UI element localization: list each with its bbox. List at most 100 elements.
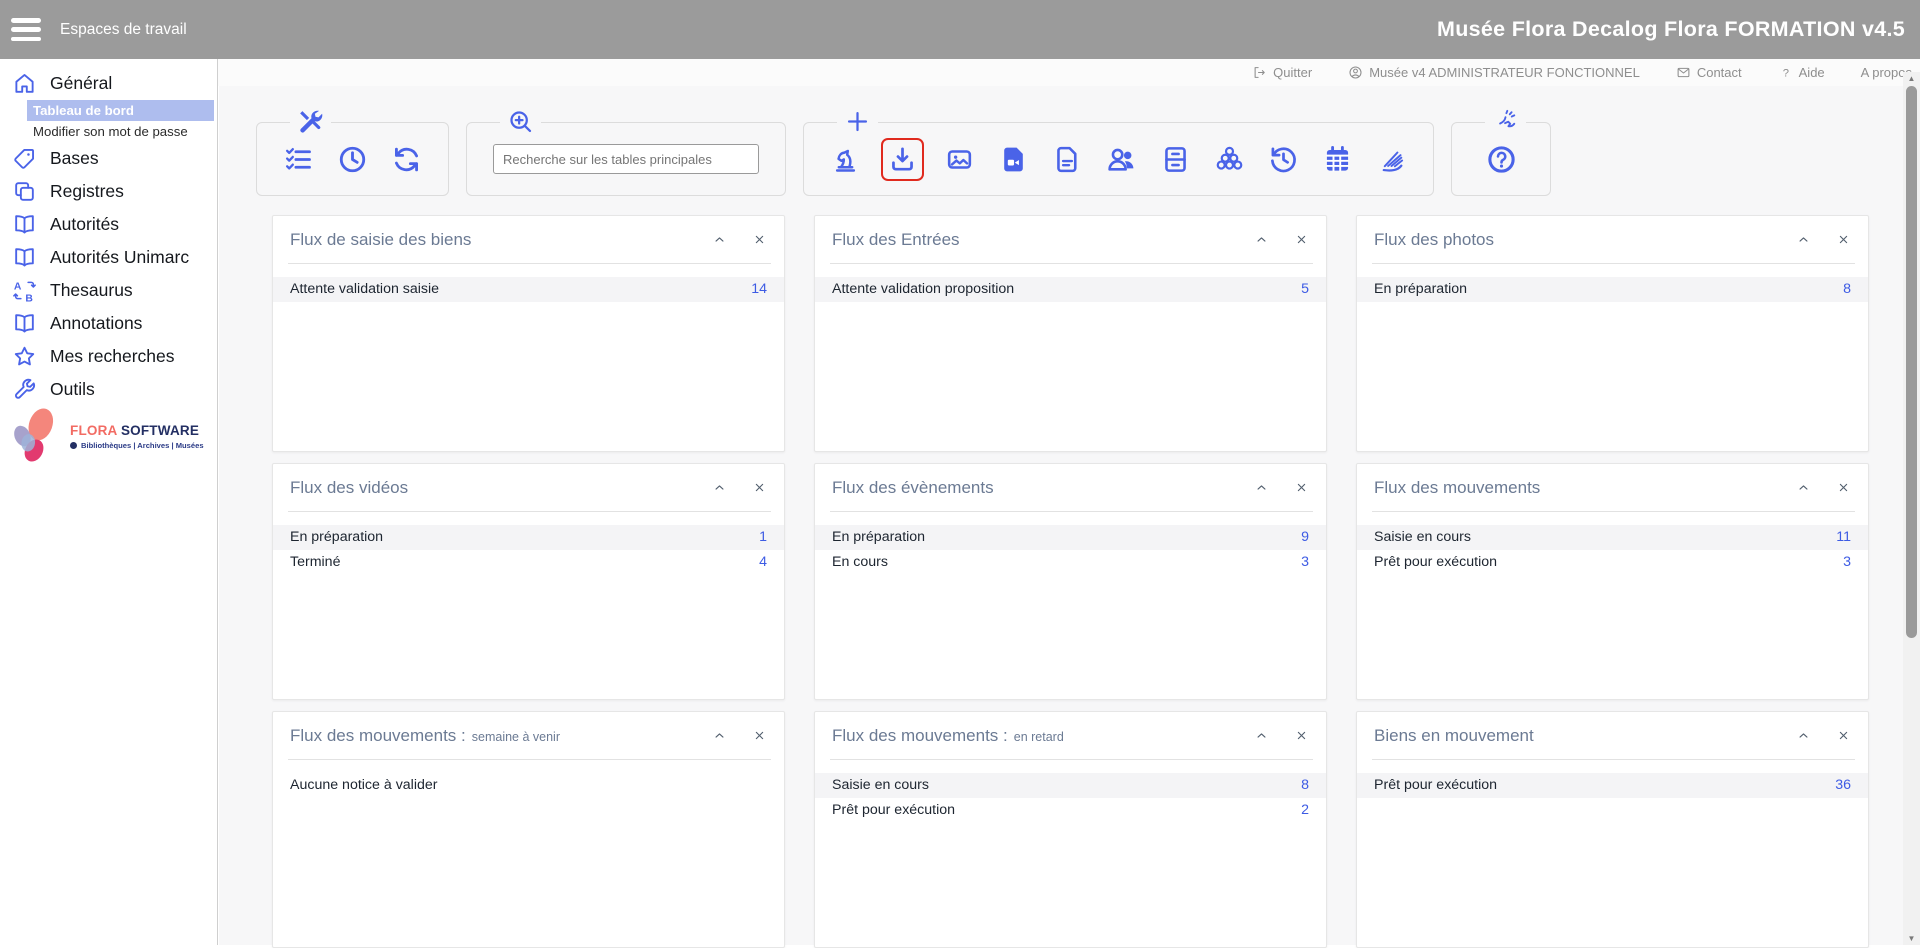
close-card-button[interactable] [1836, 728, 1851, 743]
card-row[interactable]: Saisie en cours 8 [815, 773, 1326, 798]
scroll-down-arrow-icon[interactable]: ▼ [1903, 932, 1920, 945]
logo-brand-primary: FLORA [70, 423, 117, 438]
clock-button[interactable] [337, 144, 368, 175]
exit-icon [1252, 65, 1267, 80]
card-row-count[interactable]: 11 [1836, 529, 1851, 545]
sidebar-item-annotations[interactable]: Annotations [0, 307, 217, 340]
collapse-card-button[interactable] [712, 480, 727, 495]
card-row[interactable]: En préparation1 [273, 525, 784, 550]
card-row[interactable]: Attente validation proposition5 [815, 277, 1326, 302]
card-row[interactable]: Prêt pour exécution 3 [1357, 550, 1868, 575]
calendar-icon [1322, 144, 1353, 175]
card-row-count[interactable]: 9 [1301, 529, 1309, 545]
card-row-count[interactable]: 8 [1301, 777, 1309, 793]
scroll-up-arrow-icon[interactable]: ▲ [1903, 72, 1920, 85]
card-row[interactable]: Attente validation saisie14 [273, 277, 784, 302]
card-header: Flux des mouvements [1357, 464, 1868, 511]
user-circle-icon [1348, 65, 1363, 80]
scrollbar-thumb[interactable] [1906, 86, 1917, 638]
close-card-button[interactable] [1836, 232, 1851, 247]
sidebar-item-outils[interactable]: Outils [0, 373, 217, 406]
search-input[interactable] [493, 144, 759, 174]
userbar-item-aide[interactable]: ?Aide [1778, 65, 1825, 80]
logo-dot-icon [70, 442, 77, 449]
card-row-count[interactable]: 36 [1835, 777, 1851, 793]
import-button[interactable] [881, 138, 924, 181]
question-button[interactable] [1486, 144, 1517, 175]
card-row-label: Saisie en cours [1374, 529, 1471, 545]
userbar-item-contact[interactable]: Contact [1676, 65, 1742, 80]
card-row[interactable]: En préparation9 [815, 525, 1326, 550]
refresh-button[interactable] [391, 144, 422, 175]
collapse-card-button[interactable] [1254, 728, 1269, 743]
collapse-card-button[interactable] [712, 728, 727, 743]
card-row[interactable]: Terminé4 [273, 550, 784, 575]
video-button[interactable] [998, 144, 1029, 175]
card-row-count[interactable]: 2 [1301, 802, 1309, 818]
card-row[interactable]: Prêt pour exécution2 [815, 798, 1326, 823]
collapse-card-button[interactable] [1254, 232, 1269, 247]
card-row-count[interactable]: 5 [1301, 281, 1309, 297]
open-book-icon [12, 212, 37, 237]
close-card-button[interactable] [1294, 232, 1309, 247]
userbar-item-quitter[interactable]: Quitter [1252, 65, 1312, 80]
card-row[interactable]: Prêt pour exécution36 [1357, 773, 1868, 798]
collapse-card-button[interactable] [1254, 480, 1269, 495]
hamburger-menu-icon[interactable] [11, 18, 41, 41]
sheets-button[interactable] [1376, 144, 1407, 175]
collapse-card-button[interactable] [712, 232, 727, 247]
card-body: Aucune notice à valider [273, 760, 784, 798]
card-body: En préparation8 [1357, 264, 1868, 302]
card-row-label: Prêt pour exécution [1374, 554, 1497, 570]
sidebar-item-tableau-de-bord[interactable]: Tableau de bord [27, 100, 214, 121]
cluster-button[interactable] [1214, 144, 1245, 175]
collapse-card-button[interactable] [1796, 232, 1811, 247]
card-row-count[interactable]: 3 [1301, 554, 1309, 570]
sidebar-item-registres[interactable]: Registres [0, 175, 217, 208]
card-controls [1254, 728, 1309, 743]
sidebar-item-modifier-mot-de-passe[interactable]: Modifier son mot de passe [27, 121, 214, 142]
close-card-button[interactable] [752, 480, 767, 495]
close-icon [1836, 728, 1851, 743]
close-card-button[interactable] [752, 232, 767, 247]
cabinet-icon [1160, 144, 1191, 175]
card-row-count[interactable]: 8 [1843, 281, 1851, 297]
cabinet-button[interactable] [1160, 144, 1191, 175]
wrench-icon [12, 377, 37, 402]
userbar-item-label: Quitter [1273, 65, 1312, 80]
knight-button[interactable] [830, 144, 861, 175]
card-row-count[interactable]: 14 [751, 281, 767, 297]
userbar-item-user[interactable]: Musée v4 ADMINISTRATEUR FONCTIONNEL [1348, 65, 1640, 80]
checklist-icon [283, 144, 314, 175]
flora-software-logo: FLORA SOFTWARE Bibliothèques | Archives … [6, 405, 204, 467]
close-card-button[interactable] [1836, 480, 1851, 495]
chevron-up-icon [1796, 728, 1811, 743]
sidebar-item-general[interactable]: Général [0, 67, 217, 100]
calendar-button[interactable] [1322, 144, 1353, 175]
vertical-scrollbar[interactable]: ▲ ▼ [1903, 72, 1920, 945]
card-row-count[interactable]: 3 [1843, 554, 1851, 570]
sidebar-item-bases[interactable]: Bases [0, 142, 217, 175]
history-icon [1268, 144, 1299, 175]
card-row[interactable]: Saisie en cours 11 [1357, 525, 1868, 550]
card-row-count[interactable]: 4 [759, 554, 767, 570]
card-row[interactable]: En préparation8 [1357, 277, 1868, 302]
close-card-button[interactable] [1294, 480, 1309, 495]
card-row-label: Saisie en cours [832, 777, 929, 793]
sidebar-item-autorites[interactable]: Autorités [0, 208, 217, 241]
sidebar-item-mes-recherches[interactable]: Mes recherches [0, 340, 217, 373]
card-row-count[interactable]: 1 [759, 529, 767, 545]
sidebar-item-autorites-unimarc[interactable]: Autorités Unimarc [0, 241, 217, 274]
checklist-button[interactable] [283, 144, 314, 175]
toolbar-group-legend [290, 108, 331, 140]
close-card-button[interactable] [1294, 728, 1309, 743]
collapse-card-button[interactable] [1796, 728, 1811, 743]
document-button[interactable] [1052, 144, 1083, 175]
people-button[interactable] [1106, 144, 1137, 175]
image-button[interactable] [944, 144, 975, 175]
close-card-button[interactable] [752, 728, 767, 743]
collapse-card-button[interactable] [1796, 480, 1811, 495]
history-button[interactable] [1268, 144, 1299, 175]
sidebar-item-thesaurus[interactable]: ABThesaurus [0, 274, 217, 307]
card-row[interactable]: En cours3 [815, 550, 1326, 575]
